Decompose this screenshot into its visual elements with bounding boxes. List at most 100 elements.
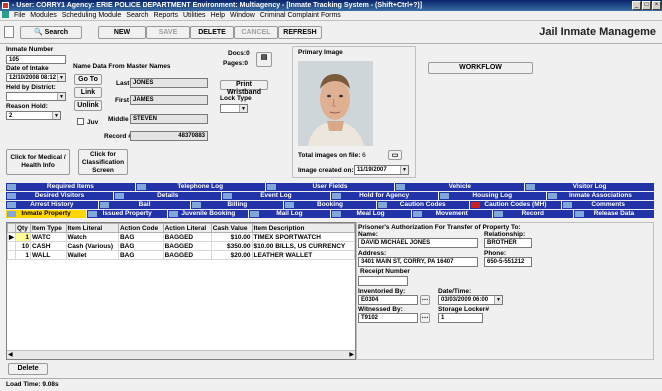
column-header[interactable]: Item Description (251, 223, 356, 233)
tab-juvenile-booking[interactable]: Juvenile Booking (168, 210, 249, 218)
tab-issued-property[interactable]: Issued Property (87, 210, 168, 218)
new-button[interactable]: NEW (98, 26, 146, 39)
menu-criminal-forms[interactable]: Criminal Complaint Forms (260, 12, 341, 19)
menu-utilities[interactable]: Utilities (183, 12, 206, 19)
tab-comments[interactable]: Comments (562, 201, 655, 209)
scroll-right-icon[interactable]: ▶ (349, 351, 354, 358)
save-button[interactable]: SAVE (146, 26, 190, 39)
lookup-ellipsis-icon[interactable]: … (420, 313, 430, 323)
tab-hold-for-agency[interactable]: Hold for Agency (330, 192, 438, 200)
menu-search[interactable]: Search (126, 12, 148, 19)
row-selector[interactable]: ▶ (7, 232, 16, 242)
menu-help[interactable]: Help (211, 12, 225, 19)
row-selector[interactable] (7, 250, 16, 260)
tab-housing-log[interactable]: Housing Log (438, 192, 546, 200)
tab-inmate-associations[interactable]: Inmate Associations (546, 192, 655, 200)
column-header[interactable]: Action Code (117, 223, 164, 233)
tab-mail-log[interactable]: Mail Log (249, 210, 330, 218)
lookup-ellipsis-icon[interactable]: … (420, 295, 430, 305)
tab-inmate-property[interactable]: Inmate Property (6, 210, 87, 218)
column-header[interactable]: Qty (15, 223, 31, 233)
tab-billing[interactable]: Billing (191, 201, 284, 209)
cancel-button[interactable]: CANCEL (234, 26, 278, 39)
tab-details[interactable]: Details (114, 192, 222, 200)
tab-caution-codes[interactable]: Caution Codes (376, 201, 469, 209)
notepad-icon[interactable] (4, 26, 14, 38)
inmate-number-field[interactable]: 105 (6, 55, 66, 64)
workflow-button[interactable]: WORKFLOW (428, 62, 533, 74)
dropdown-arrow-icon[interactable]: ▼ (494, 296, 502, 304)
tab-visitor-log[interactable]: Visitor Log (525, 183, 654, 191)
column-header[interactable]: Item Literal (65, 223, 119, 233)
address-field[interactable]: 3401 MAIN ST, CORRY, PA 16407 (358, 257, 478, 267)
dropdown-arrow-icon[interactable]: ▼ (57, 74, 65, 81)
middle-name-field[interactable]: STEVEN (130, 114, 208, 124)
tab-user-fields[interactable]: User Fields (265, 183, 395, 191)
print-wristband-button[interactable]: Print Wristband (220, 80, 268, 96)
tab-meal-log[interactable]: Meal Log (330, 210, 411, 218)
menu-scheduling[interactable]: Scheduling Module (62, 12, 122, 19)
column-header[interactable]: Action Literal (162, 223, 212, 233)
dropdown-arrow-icon[interactable]: ▼ (52, 112, 60, 119)
date-intake-field[interactable]: 12/10/2008 08:12 ▼ (6, 73, 66, 82)
search-button[interactable]: 🔍 Search (20, 26, 82, 39)
phone-field[interactable]: 650-5-551212 (484, 257, 532, 267)
dropdown-arrow-icon[interactable]: ▼ (57, 93, 65, 100)
image-viewer-icon[interactable]: ▭ (388, 150, 402, 160)
row-selector[interactable] (7, 241, 16, 251)
tab-bail[interactable]: Bail (98, 201, 191, 209)
last-name-field[interactable]: JONES (130, 78, 208, 88)
first-name-field[interactable]: JAMES (130, 95, 208, 105)
dropdown-arrow-icon[interactable]: ▼ (400, 166, 408, 174)
witnessed-by-field[interactable]: T9102 (358, 313, 418, 323)
minimize-button[interactable]: _ (632, 1, 641, 10)
tab-event-log[interactable]: Event Log (222, 192, 330, 200)
reason-hold-select[interactable]: 2 ▼ (6, 111, 61, 120)
tab-vehicle[interactable]: Vehicle (395, 183, 525, 191)
maximize-button[interactable]: □ (642, 1, 651, 10)
tab-record[interactable]: Record (492, 210, 573, 218)
tab-telephone-log[interactable]: Telephone Log (135, 183, 265, 191)
goto-button[interactable]: Go To (74, 74, 102, 85)
horizontal-scrollbar[interactable]: ◀ ▶ (7, 350, 355, 359)
datetime-field[interactable]: 03/03/2009 06:00 ▼ (438, 295, 503, 305)
inventoried-by-field[interactable]: E0304 (358, 295, 418, 305)
classification-button[interactable]: Click for Classification Screen (78, 149, 128, 175)
delete-button[interactable]: DELETE (190, 26, 234, 39)
dropdown-arrow-icon[interactable]: ▼ (239, 105, 247, 112)
receipt-field[interactable] (358, 276, 408, 286)
relationship-field[interactable]: BROTHER (484, 238, 532, 248)
column-header[interactable]: Item Type (29, 223, 67, 233)
first-label: First (115, 97, 130, 104)
tab-movement[interactable]: Movement (411, 210, 492, 218)
column-header[interactable]: Cash Value (210, 223, 253, 233)
transfer-name-field[interactable]: DAVID MICHAEL JONES (358, 238, 478, 248)
medical-info-button[interactable]: Click for Medical / Health Info (6, 149, 70, 175)
primary-image-label: Primary Image (298, 49, 343, 56)
table-row[interactable]: 1 WALL Wallet BAG BAGGED $20.00 LEATHER … (7, 250, 356, 260)
menu-file[interactable]: File (14, 12, 25, 19)
tab-booking[interactable]: Booking (284, 201, 376, 209)
tab-arrest-history[interactable]: Arrest History (6, 201, 98, 209)
unlink-button[interactable]: Unlink (74, 100, 102, 111)
tab-desired-visitors[interactable]: Desired Visitors (6, 192, 114, 200)
tab-release-data[interactable]: Release Data (573, 210, 654, 218)
scroll-left-icon[interactable]: ◀ (8, 351, 13, 358)
link-button[interactable]: Link (74, 87, 102, 98)
tab-required-items[interactable]: Required Items (6, 183, 135, 191)
refresh-button[interactable]: REFRESH (278, 26, 322, 39)
tab-caution-codes-mh[interactable]: Caution Codes (MH) (469, 201, 562, 209)
menu-reports[interactable]: Reports (153, 12, 178, 19)
storage-locker-field[interactable]: 1 (438, 313, 483, 323)
held-by-select[interactable]: ▼ (6, 92, 66, 101)
close-button[interactable]: × (652, 1, 661, 10)
menu-window[interactable]: Window (230, 12, 255, 19)
lock-type-select[interactable]: ▼ (220, 104, 248, 113)
menu-modules[interactable]: Modules (30, 12, 56, 19)
delete-row-button[interactable]: Delete (8, 363, 48, 375)
juv-checkbox[interactable] (77, 118, 84, 125)
table-row[interactable]: 10 CASH Cash (Various) BAG BAGGED $350.0… (7, 241, 356, 251)
table-row[interactable]: ▶ 1 WATC Watch BAG BAGGED $10.00 TIMEX S… (7, 232, 356, 242)
image-created-select[interactable]: 11/19/2007 ▼ (354, 165, 409, 175)
scan-document-icon[interactable]: ▤ (256, 52, 272, 67)
